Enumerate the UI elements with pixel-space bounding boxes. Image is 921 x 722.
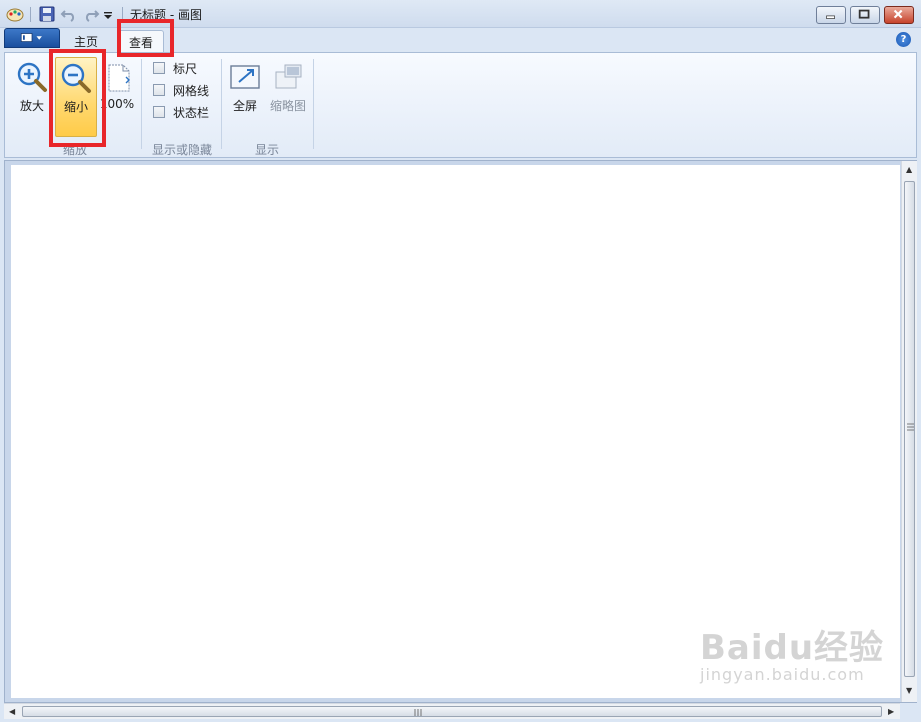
- drawing-canvas[interactable]: [11, 165, 900, 698]
- thumbnail-button: 缩略图: [267, 57, 309, 135]
- redo-icon[interactable]: [82, 5, 100, 23]
- ruler-checkbox[interactable]: [153, 62, 165, 74]
- zoom-group-label: 缩放: [62, 143, 87, 157]
- qat-customize-dropdown-icon[interactable]: [102, 5, 114, 23]
- ruler-label: 标尺: [173, 62, 198, 76]
- zoom-in-icon: [17, 62, 47, 92]
- actual-size-button[interactable]: 100%: [99, 57, 135, 135]
- group-separator: [221, 59, 222, 149]
- gridlines-checkbox[interactable]: [153, 84, 165, 96]
- vertical-scroll-thumb[interactable]: [904, 181, 915, 677]
- gridlines-label: 网格线: [173, 84, 210, 98]
- grip-icon: [907, 423, 914, 431]
- zoom-in-button[interactable]: 放大: [11, 57, 53, 135]
- menu-icon: [20, 33, 42, 42]
- fullscreen-label: 全屏: [232, 99, 257, 113]
- thumbnail-icon: [275, 64, 302, 89]
- save-icon[interactable]: [38, 5, 56, 23]
- statusbar-label: 状态栏: [173, 106, 210, 120]
- group-separator: [141, 59, 142, 149]
- scroll-up-icon[interactable]: ▲: [906, 165, 912, 174]
- horizontal-scrollbar[interactable]: ◀ ▶: [4, 703, 900, 719]
- window-title: 无标题 - 画图: [130, 8, 202, 22]
- qat-separator: [122, 7, 123, 22]
- fullscreen-icon: [230, 65, 260, 89]
- maximize-button[interactable]: [850, 6, 880, 24]
- show-hide-group-label: 显示或隐藏: [151, 143, 212, 157]
- display-group-label: 显示: [254, 143, 279, 157]
- grip-icon: [414, 709, 422, 716]
- fullscreen-button[interactable]: 全屏: [225, 57, 265, 135]
- ribbon-tab-row: 主页 查看 ?: [0, 28, 921, 52]
- horizontal-scroll-thumb[interactable]: [22, 706, 882, 717]
- group-separator: [313, 59, 314, 149]
- minimize-button[interactable]: [816, 6, 846, 24]
- watermark-main: Baidu经验: [700, 628, 885, 668]
- watermark: Baidu经验 jingyan.baidu.com: [700, 620, 884, 684]
- page-100-icon: [108, 64, 130, 92]
- statusbar-checkbox[interactable]: [153, 106, 165, 118]
- paint-app-icon[interactable]: [6, 6, 24, 22]
- zoom-out-button[interactable]: 缩小: [55, 57, 97, 137]
- watermark-sub: jingyan.baidu.com: [700, 665, 865, 684]
- scroll-left-icon[interactable]: ◀: [9, 707, 15, 716]
- tab-home[interactable]: 主页: [64, 30, 108, 52]
- scroll-down-icon[interactable]: ▼: [906, 686, 912, 695]
- close-button[interactable]: [884, 6, 914, 24]
- ribbon-view-panel: 放大 缩小 100% 缩放 标尺 网格线 状态栏 显示或隐藏 全屏 缩略图 显示: [4, 52, 917, 158]
- zoom-out-icon: [61, 63, 91, 93]
- thumbnail-label: 缩略图: [269, 99, 306, 113]
- title-bar: 无标题 - 画图: [0, 0, 921, 28]
- actual-size-label: 100%: [99, 97, 135, 111]
- qat-separator: [30, 7, 31, 22]
- scroll-right-icon[interactable]: ▶: [888, 707, 894, 716]
- tab-view[interactable]: 查看: [118, 30, 165, 52]
- zoom-in-label: 放大: [19, 99, 44, 113]
- vertical-scrollbar[interactable]: ▲ ▼: [901, 161, 917, 702]
- help-icon[interactable]: ?: [896, 32, 911, 47]
- zoom-out-label: 缩小: [63, 100, 88, 114]
- paint-menu-button[interactable]: [4, 28, 60, 48]
- undo-icon[interactable]: [60, 5, 78, 23]
